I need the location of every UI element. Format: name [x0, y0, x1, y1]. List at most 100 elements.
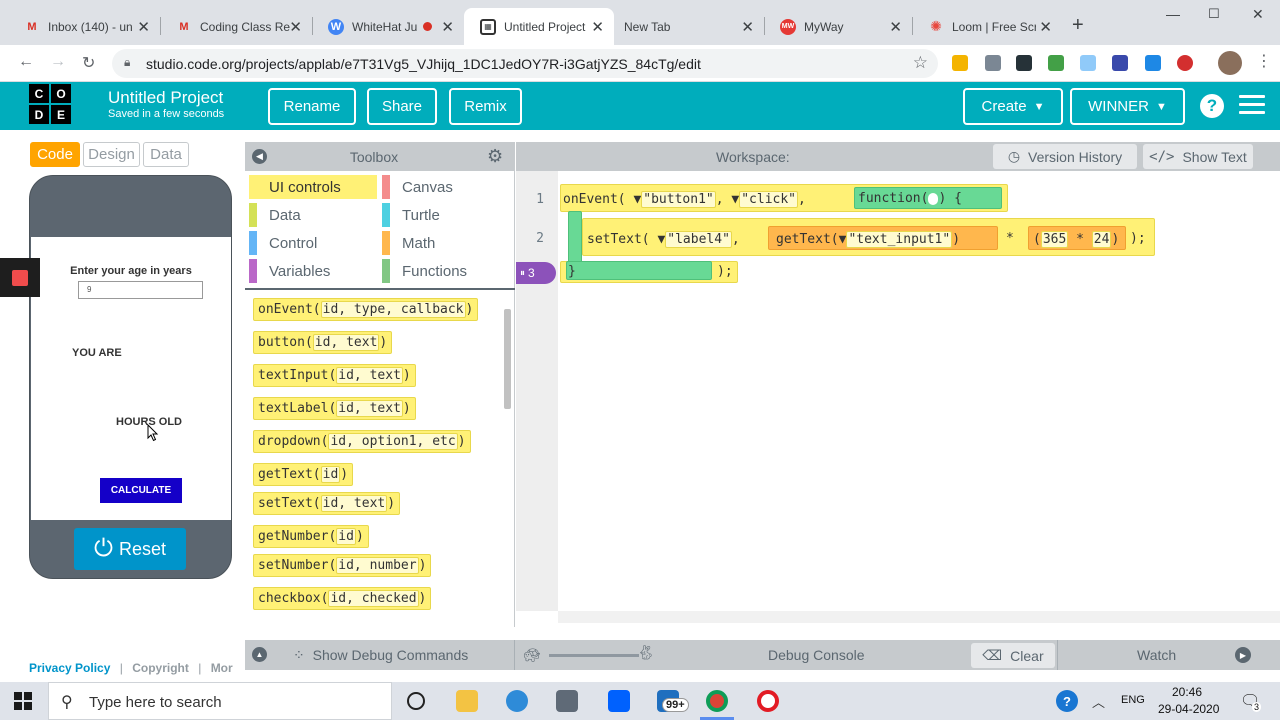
speed-slider-track[interactable] — [549, 654, 639, 657]
category-functions[interactable]: Functions — [382, 259, 510, 283]
block-gettext[interactable]: getText(id) — [253, 463, 354, 486]
block-checkbox[interactable]: checkbox(id, checked) — [253, 587, 432, 610]
avatar[interactable] — [1218, 51, 1242, 75]
dropdown-arrow-icon[interactable]: ▼ — [633, 192, 641, 207]
calculate-button[interactable]: CALCULATE — [100, 478, 182, 503]
language-indicator[interactable]: ENG — [1121, 694, 1145, 706]
stop-button[interactable] — [0, 258, 40, 297]
bookmark-star-icon[interactable]: ☆ — [913, 53, 928, 73]
maximize-icon[interactable]: ☐ — [1208, 6, 1220, 22]
privacy-policy-link[interactable]: Privacy Policy — [29, 661, 110, 675]
category-ui-controls[interactable]: UI controls — [249, 175, 377, 199]
close-icon[interactable]: ✕ — [741, 18, 754, 36]
category-turtle[interactable]: Turtle — [382, 203, 510, 227]
browser-tab-whitehat[interactable]: W WhiteHat Ju ✕ — [312, 8, 464, 45]
close-icon[interactable]: ✕ — [289, 18, 302, 36]
browser-tab-coding-class[interactable]: M Coding Class Re ✕ — [160, 8, 312, 45]
close-icon[interactable]: ✕ — [591, 18, 604, 36]
extension-icon[interactable] — [1016, 55, 1032, 71]
category-math[interactable]: Math — [382, 231, 510, 255]
code-arg[interactable]: "label4" — [665, 231, 732, 248]
code-arg[interactable]: "button1" — [641, 191, 716, 208]
browser-tab-untitled-project[interactable]: ▦ Untitled Project ✕ — [464, 8, 614, 45]
browser-tab-gmail-inbox[interactable]: M Inbox (140) - un ✕ — [8, 8, 160, 45]
show-text-button[interactable]: </> Show Text — [1143, 144, 1253, 169]
block-getnumber[interactable]: getNumber(id) — [253, 525, 369, 548]
store-icon[interactable] — [556, 690, 578, 712]
file-explorer-icon[interactable] — [456, 690, 478, 712]
chrome-icon[interactable] — [706, 690, 728, 712]
category-control[interactable]: Control — [249, 231, 377, 255]
expand-right-icon[interactable]: ▶ — [1235, 647, 1251, 663]
block-dropdown[interactable]: dropdown(id, option1, etc) — [253, 430, 471, 453]
reload-icon[interactable]: ↻ — [82, 53, 95, 73]
hamburger-menu-icon[interactable] — [1239, 95, 1265, 115]
category-variables[interactable]: Variables — [249, 259, 377, 283]
block-setnumber[interactable]: setNumber(id, number) — [253, 554, 432, 577]
close-icon[interactable]: ✕ — [137, 18, 150, 36]
clock-time[interactable]: 20:46 — [1172, 685, 1202, 699]
rabbit-speed-fast-icon[interactable]: 🐇︎ — [637, 644, 655, 661]
dropbox-icon[interactable] — [608, 690, 630, 712]
extension-icon[interactable] — [1145, 55, 1161, 71]
block-settext[interactable]: setText(id, text) — [253, 492, 401, 515]
create-dropdown-button[interactable]: Create ▼ — [963, 88, 1063, 125]
opera-icon[interactable] — [757, 690, 779, 712]
user-menu-button[interactable]: WINNER ▼ — [1070, 88, 1185, 125]
rename-button[interactable]: Rename — [268, 88, 356, 125]
taskbar-search[interactable]: ⚲ Type here to search — [48, 682, 392, 720]
workspace-horizontal-scrollbar[interactable] — [558, 611, 1280, 623]
tab-code[interactable]: Code — [30, 142, 80, 167]
browser-tab-new-tab[interactable]: New Tab ✕ — [614, 8, 764, 45]
show-debug-commands-button[interactable]: ⁘ Show Debug Commands — [293, 647, 468, 664]
gear-icon[interactable]: ⚙ — [487, 146, 503, 167]
param-slot[interactable] — [928, 192, 939, 205]
block-button[interactable]: button(id, text) — [253, 331, 393, 354]
extension-icon[interactable] — [1080, 55, 1096, 71]
age-input[interactable]: 9 — [78, 281, 203, 299]
close-icon[interactable]: ✕ — [441, 18, 454, 36]
extension-icon[interactable] — [1048, 55, 1064, 71]
forward-arrow-icon[interactable]: → — [50, 53, 66, 71]
extension-icon[interactable] — [985, 55, 1001, 71]
new-tab-button[interactable]: + — [1072, 14, 1084, 37]
clear-button[interactable]: ⌫ Clear — [971, 643, 1055, 668]
code-arg[interactable]: "click" — [739, 191, 799, 208]
clock-date[interactable]: 29-04-2020 — [1158, 702, 1219, 716]
block-onevent[interactable]: onEvent(id, type, callback) — [253, 298, 479, 321]
chevron-up-icon[interactable]: ︿ — [1092, 692, 1105, 711]
block-textlabel[interactable]: textLabel(id, text) — [253, 397, 416, 420]
category-canvas[interactable]: Canvas — [382, 175, 510, 199]
help-tray-icon[interactable]: ? — [1056, 690, 1078, 712]
breakpoint-marker[interactable]: ⏸ 3 — [516, 262, 556, 284]
address-bar[interactable]: 🔒︎ studio.code.org/projects/applab/e7T31… — [112, 49, 938, 78]
tab-design[interactable]: Design — [83, 142, 140, 167]
minimize-icon[interactable]: — — [1166, 6, 1180, 22]
more-vertical-icon[interactable]: ⋮ — [1256, 51, 1272, 71]
help-icon[interactable]: ? — [1200, 94, 1224, 118]
task-view-icon[interactable] — [407, 692, 425, 710]
copyright-link[interactable]: Copyright — [132, 661, 189, 675]
reset-button[interactable]: ⏻ Reset — [74, 528, 186, 570]
close-icon[interactable]: ✕ — [889, 18, 902, 36]
dropdown-arrow-icon[interactable]: ▼ — [657, 232, 665, 247]
dropdown-arrow-icon[interactable]: ▼ — [731, 192, 739, 207]
extension-icon[interactable] — [1177, 55, 1193, 71]
toolbox-scrollbar-thumb[interactable] — [504, 309, 511, 409]
expand-up-icon[interactable]: ▲ — [252, 647, 267, 662]
turtle-speed-slow-icon[interactable]: 🐢︎ — [523, 647, 541, 664]
block-textinput[interactable]: textInput(id, text) — [253, 364, 416, 387]
tab-data[interactable]: Data — [143, 142, 189, 167]
workspace-editor[interactable]: 1 2 ⏸ 3 onEvent( ▼ "button1", ▼ "click", f… — [516, 171, 1280, 627]
code-arg[interactable]: "text_input1" — [846, 231, 953, 248]
back-arrow-icon[interactable]: ← — [18, 53, 34, 71]
more-link[interactable]: Mor — [211, 661, 233, 675]
extension-icon[interactable] — [952, 55, 968, 71]
share-button[interactable]: Share — [367, 88, 437, 125]
browser-tab-myway[interactable]: MW MyWay ✕ — [764, 8, 912, 45]
version-history-button[interactable]: ◷ Version History — [993, 144, 1137, 169]
dropdown-arrow-icon[interactable]: ▼ — [839, 232, 847, 247]
code-number[interactable]: 365 — [1040, 231, 1069, 248]
code-number[interactable]: 24 — [1091, 231, 1112, 248]
browser-tab-loom[interactable]: ✺ Loom | Free Scre ✕ — [912, 8, 1062, 45]
